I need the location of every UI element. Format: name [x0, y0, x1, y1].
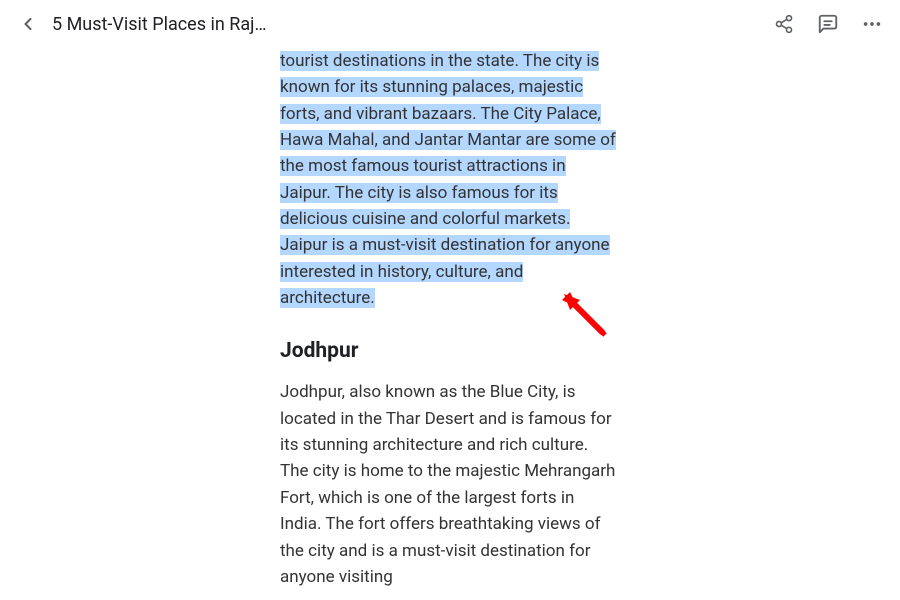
jaipur-paragraph[interactable]: tourist destinations in the state. The c… [280, 48, 620, 311]
back-icon[interactable] [16, 12, 40, 36]
more-icon[interactable] [860, 12, 884, 36]
page-title: 5 Must-Visit Places in Raj… [52, 14, 760, 35]
content-area: tourist destinations in the state. The c… [0, 48, 900, 590]
jodhpur-paragraph[interactable]: Jodhpur, also known as the Blue City, is… [280, 379, 620, 590]
comment-icon[interactable] [816, 12, 840, 36]
highlighted-text[interactable]: tourist destinations in the state. The c… [280, 51, 616, 308]
header-bar: 5 Must-Visit Places in Raj… [0, 0, 900, 48]
jodhpur-heading: Jodhpur [280, 339, 620, 363]
header-actions [772, 12, 884, 36]
share-icon[interactable] [772, 12, 796, 36]
